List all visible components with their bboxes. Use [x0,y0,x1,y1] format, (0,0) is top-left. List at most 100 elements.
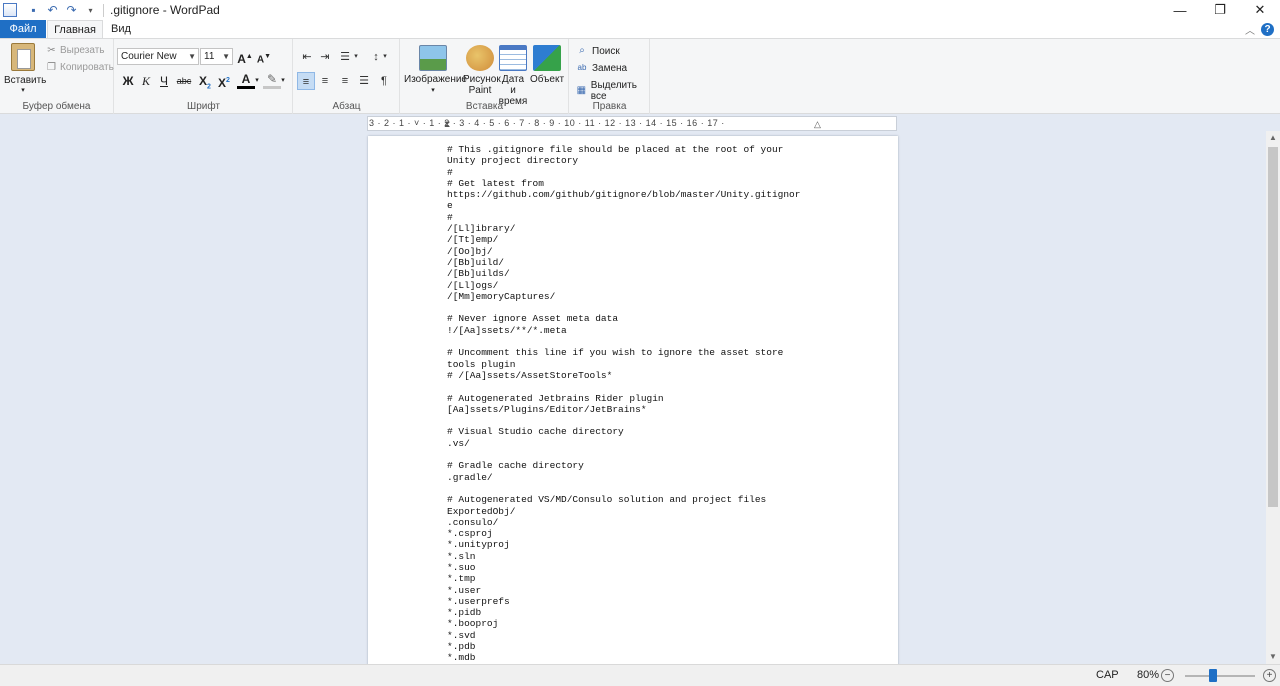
document-line: # Autogenerated Jetbrains Rider plugin [447,392,664,404]
paint-label-2: Paint [468,85,492,96]
scroll-down-icon[interactable]: ▼ [1266,650,1280,664]
document-line: *.svd [447,629,476,641]
increase-indent-button[interactable]: ⇥ [316,48,334,66]
document-line: e [447,200,453,212]
right-indent-marker[interactable]: △ [814,119,821,130]
window-title: .gitignore - WordPad [110,3,220,17]
document-line: # [447,166,453,178]
decrease-indent-button[interactable]: ⇤ [298,48,316,66]
vertical-scrollbar[interactable]: ▲ ▼ [1266,131,1280,664]
align-left-button[interactable]: ≡ [297,72,315,90]
close-icon[interactable]: ✕ [1240,0,1280,20]
font-family-select[interactable]: Courier New ▼ [117,48,199,65]
scroll-up-icon[interactable]: ▲ [1266,131,1280,145]
font-group-label: Шрифт [187,101,220,112]
document-line: /[Bb]uilds/ [447,268,510,280]
save-icon[interactable]: ▪ [27,3,40,17]
window-controls: — ❐ ✕ [1160,0,1280,20]
insert-image-button[interactable]: Изображение ▾ [404,45,467,96]
copy-icon: ❐ [47,62,56,73]
insert-image-label: Изображение [404,74,467,85]
wordpad-app-icon[interactable] [3,3,17,17]
insert-object-button[interactable]: Объект [530,45,564,85]
document-text[interactable]: # This .gitignore file should be placed … [447,144,817,664]
tab-view[interactable]: Вид [106,20,136,38]
restore-icon[interactable]: ❐ [1200,0,1240,20]
chevron-down-icon: ▼ [188,52,196,61]
document-line: .gradle/ [447,471,493,483]
customize-qa-icon[interactable]: ▾ [84,4,97,17]
justify-button[interactable]: ☰ [355,72,373,90]
document-line: Unity project directory [447,155,579,167]
paragraph-settings-button[interactable]: ¶ [375,72,393,90]
document-line: *.pidb [447,607,482,619]
tab-file[interactable]: Файл [0,20,46,38]
text-color-dropdown-icon[interactable]: ▾ [253,72,261,90]
paste-label: Вставить [4,75,47,86]
document-line: # Visual Studio cache directory [447,426,624,438]
document-line: # Gradle cache directory [447,460,584,472]
document-line: # Get latest from [447,177,544,189]
insert-group-label: Вставка [465,101,504,112]
zoom-in-icon[interactable]: + [1263,669,1276,682]
minimize-icon[interactable]: — [1160,0,1200,20]
copy-button[interactable]: ❐ Копировать [46,62,114,73]
document-line: # [447,211,453,223]
date-time-button[interactable]: Дата и время [498,45,528,107]
quick-access-toolbar: ▪ ↶ ↷ ▾ [27,3,104,17]
strikethrough-button[interactable]: abc [175,72,193,90]
paste-button[interactable]: Вставить ▾ [4,43,47,94]
highlight-dropdown-icon[interactable]: ▾ [279,72,287,90]
editing-group: ⌕ Поиск ab Замена ▦ Выделить все Правка [570,39,650,114]
tab-home[interactable]: Главная [47,20,103,38]
clipboard-icon [11,43,35,71]
undo-icon[interactable]: ↶ [46,3,59,17]
bullets-dropdown-icon[interactable]: ▾ [352,48,360,66]
paste-dropdown-icon[interactable]: ▾ [4,86,42,94]
document-line: # Uncomment this line if you wish to ign… [447,347,784,359]
document-line: *.userprefs [447,595,510,607]
zoom-out-icon[interactable]: − [1161,669,1174,682]
clipboard-group-label: Буфер обмена [22,101,91,112]
document-line: tools plugin [447,358,516,370]
ribbon-tabs: Файл Главная Вид ︿ ? [0,20,1280,38]
cut-button[interactable]: ✂ Вырезать [46,45,104,56]
grow-font-button[interactable]: A▲ [236,48,254,66]
zoom-slider-track[interactable] [1185,675,1255,677]
replace-button[interactable]: ab Замена [576,62,628,74]
italic-button[interactable]: К [137,72,155,90]
left-indent-marker[interactable]: ⧗ [444,119,450,130]
bold-button[interactable]: Ж [119,72,137,90]
find-label: Поиск [592,45,620,57]
underline-button[interactable]: Ч [155,72,173,90]
subscript-button[interactable]: X2 [196,72,214,90]
document-line: *.csproj [447,528,493,540]
select-all-button[interactable]: ▦ Выделить все [576,80,649,102]
find-button[interactable]: ⌕ Поиск [576,45,620,57]
select-all-label: Выделить все [590,80,637,102]
zoom-slider-thumb[interactable] [1209,669,1217,682]
paint-drawing-button[interactable]: Рисунок Paint [463,45,501,96]
redo-icon[interactable]: ↷ [65,3,78,17]
align-center-button[interactable]: ≡ [316,72,334,90]
ruler[interactable]: 3 · 2 · 1 · ˅ · 1 · 2 · 3 · 4 · 5 · 6 · … [367,116,897,131]
align-right-button[interactable]: ≡ [336,72,354,90]
insert-image-dropdown-icon: ▾ [431,87,435,94]
font-size-select[interactable]: 11 ▼ [200,48,233,65]
document-page[interactable]: # This .gitignore file should be placed … [368,136,898,664]
editing-group-label: Правка [592,101,627,112]
help-icon[interactable]: ? [1261,23,1274,36]
document-line: *.pdb [447,641,476,653]
document-line: [Aa]ssets/Plugins/Editor/JetBrains* [447,403,647,415]
collapse-ribbon-icon[interactable]: ︿ [1245,22,1255,37]
paint-label-1: Рисунок [463,74,501,85]
scrollbar-thumb[interactable] [1268,147,1278,507]
zoom-level: 80% [1137,669,1160,681]
shrink-font-button[interactable]: A▼ [255,48,273,66]
document-line: .consulo/ [447,516,499,528]
line-spacing-dropdown-icon[interactable]: ▾ [381,48,389,66]
font-size-value: 11 [204,51,215,62]
document-line: /[Ll]ogs/ [447,279,499,291]
superscript-button[interactable]: X2 [215,72,233,90]
